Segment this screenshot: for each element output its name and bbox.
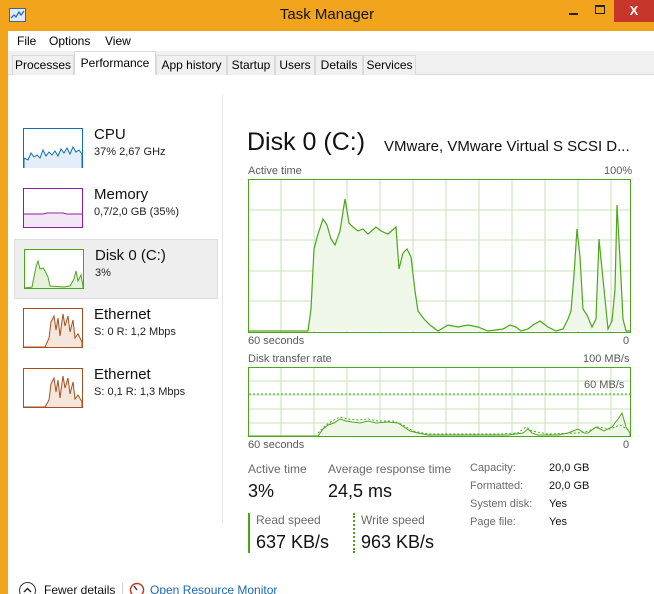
system-disk-value: Yes bbox=[549, 498, 567, 510]
disk-model: VMware, VMware Virtual S SCSI D... bbox=[384, 138, 630, 155]
write-speed-value: 963 KB/s bbox=[361, 532, 435, 552]
page-file-label: Page file: bbox=[470, 516, 516, 528]
tab-strip: Processes Performance App history Startu… bbox=[8, 51, 654, 76]
active-time-graph bbox=[248, 179, 631, 333]
menu-view[interactable]: View bbox=[105, 34, 131, 48]
active-time-graph-min: 0 bbox=[623, 335, 630, 347]
write-speed-indicator bbox=[353, 513, 355, 553]
transfer-rate-graph-max: 100 MB/s bbox=[583, 353, 630, 365]
response-time-value: 24,5 ms bbox=[328, 481, 393, 501]
response-time-label: Average response time bbox=[328, 462, 452, 476]
footer-bar: Fewer details Open Resource Monitor bbox=[8, 575, 654, 594]
resource-monitor-icon[interactable] bbox=[129, 582, 145, 594]
sidebar-item-disk-0[interactable]: Disk 0 (C:) 3% bbox=[14, 239, 218, 299]
minimize-button[interactable] bbox=[560, 0, 587, 22]
maximize-button[interactable] bbox=[587, 0, 613, 22]
transfer-rate-graph-label: Disk transfer rate bbox=[248, 353, 332, 365]
read-speed-label: Read speed bbox=[256, 513, 321, 527]
memory-thumbnail-graph bbox=[23, 188, 83, 228]
capacity-label: Capacity: bbox=[470, 462, 516, 474]
sidebar-item-memory[interactable]: Memory 0,7/2,0 GB (35%) bbox=[14, 179, 218, 239]
tab-services[interactable]: Services bbox=[363, 55, 416, 75]
active-time-graph-timespan: 60 seconds bbox=[248, 335, 305, 347]
fewer-details-button[interactable]: Fewer details bbox=[44, 583, 115, 594]
sidebar-item-label: Disk 0 (C:) bbox=[95, 247, 166, 264]
sidebar-item-label: Ethernet bbox=[94, 366, 151, 383]
disk-title: Disk 0 (C:) bbox=[247, 128, 366, 156]
transfer-rate-graph-mid: 60 MB/s bbox=[584, 379, 625, 391]
sidebar-item-detail: 3% bbox=[95, 267, 111, 279]
read-speed-value: 637 KB/s bbox=[256, 532, 330, 552]
menu-file[interactable]: File bbox=[17, 34, 36, 48]
transfer-rate-graph-timespan: 60 seconds bbox=[248, 439, 305, 451]
sidebar-item-label: Ethernet bbox=[94, 306, 151, 323]
tab-users[interactable]: Users bbox=[275, 55, 315, 75]
transfer-rate-graph-min: 0 bbox=[623, 439, 630, 451]
window-title: Task Manager bbox=[279, 6, 375, 23]
active-time-value: 3% bbox=[248, 481, 275, 501]
title-bar: Task Manager X bbox=[0, 0, 654, 31]
sidebar-item-detail: S: 0,1 R: 1,3 Mbps bbox=[94, 386, 186, 398]
transfer-rate-graph bbox=[248, 367, 631, 437]
performance-panel: CPU 37% 2,67 GHz Memory 0,7/2,0 GB (35%) bbox=[8, 75, 654, 594]
active-time-label: Active time bbox=[248, 462, 307, 476]
minimize-icon bbox=[569, 13, 578, 15]
menu-options[interactable]: Options bbox=[49, 34, 90, 48]
formatted-value: 20,0 GB bbox=[549, 480, 590, 492]
maximize-icon bbox=[595, 5, 605, 14]
active-time-graph-max: 100% bbox=[604, 165, 633, 177]
page-file-value: Yes bbox=[549, 516, 567, 528]
formatted-label: Formatted: bbox=[470, 480, 524, 492]
active-time-graph-label: Active time bbox=[248, 165, 302, 177]
disk-thumbnail-graph bbox=[24, 249, 84, 289]
read-speed-indicator bbox=[248, 513, 250, 553]
menu-bar: File Options View bbox=[8, 31, 654, 51]
ethernet-thumbnail-graph bbox=[23, 368, 83, 408]
sidebar-item-detail: 37% 2,67 GHz bbox=[94, 146, 166, 158]
open-resource-monitor-link[interactable]: Open Resource Monitor bbox=[150, 583, 277, 594]
footer-divider bbox=[122, 583, 123, 594]
sidebar-item-ethernet-1[interactable]: Ethernet S: 0 R: 1,2 Mbps bbox=[14, 299, 218, 359]
sidebar-item-detail: S: 0 R: 1,2 Mbps bbox=[94, 326, 176, 338]
sidebar-divider bbox=[222, 95, 223, 523]
sidebar-item-detail: 0,7/2,0 GB (35%) bbox=[94, 206, 179, 218]
close-button[interactable]: X bbox=[614, 0, 654, 22]
tab-details[interactable]: Details bbox=[315, 55, 363, 75]
ethernet-thumbnail-graph bbox=[23, 308, 83, 348]
cpu-thumbnail-graph bbox=[23, 128, 83, 168]
window-client: File Options View Processes Performance … bbox=[8, 31, 654, 594]
system-disk-label: System disk: bbox=[470, 498, 533, 510]
tab-app-history[interactable]: App history bbox=[156, 55, 227, 75]
capacity-value: 20,0 GB bbox=[549, 462, 590, 474]
tab-startup[interactable]: Startup bbox=[227, 55, 275, 75]
tab-processes[interactable]: Processes bbox=[12, 55, 74, 75]
sidebar-item-label: CPU bbox=[94, 126, 126, 143]
chevron-up-icon[interactable] bbox=[19, 582, 36, 594]
sidebar-item-ethernet-2[interactable]: Ethernet S: 0,1 R: 1,3 Mbps bbox=[14, 359, 218, 419]
write-speed-label: Write speed bbox=[361, 513, 425, 527]
sidebar-item-label: Memory bbox=[94, 186, 149, 203]
tab-performance[interactable]: Performance bbox=[74, 51, 156, 76]
sidebar-item-cpu[interactable]: CPU 37% 2,67 GHz bbox=[14, 119, 218, 179]
